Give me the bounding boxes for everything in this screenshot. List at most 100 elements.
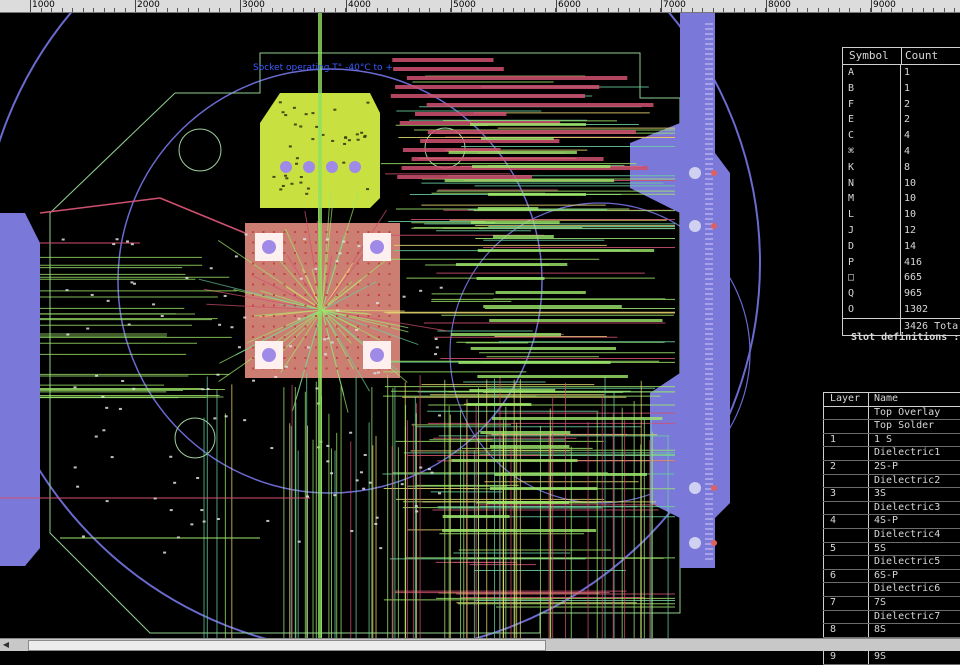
pad <box>451 459 577 462</box>
column-divider <box>900 128 901 144</box>
pad <box>294 231 296 233</box>
layer-name-cell: 3S <box>874 488 886 501</box>
table-row: P416 <box>842 255 960 271</box>
pad <box>315 347 317 349</box>
table-row: N10 <box>842 176 960 192</box>
pad <box>272 176 275 178</box>
ruler-minor-tick <box>219 8 220 12</box>
horizontal-scrollbar[interactable]: ◀ <box>0 638 960 651</box>
pad <box>705 98 713 100</box>
scrollbar-thumb[interactable] <box>28 640 546 651</box>
pad <box>111 456 114 458</box>
pad <box>487 501 569 504</box>
ruler-minor-tick <box>818 8 819 12</box>
column-divider <box>868 583 869 596</box>
pad <box>368 263 370 265</box>
pad <box>284 305 286 307</box>
pad <box>152 303 155 305</box>
ruler-minor-tick <box>303 8 304 12</box>
ruler-label: 5000 <box>451 0 476 10</box>
pad <box>235 255 238 257</box>
pad <box>126 240 129 242</box>
pcb-layout-view[interactable]: Socket operating T° -40°C to + <box>0 13 960 638</box>
pad <box>326 284 328 286</box>
column-divider <box>900 97 901 113</box>
column-divider <box>842 239 843 255</box>
pad <box>273 305 275 307</box>
pad <box>326 347 328 349</box>
pad <box>305 336 307 338</box>
slot-definitions-label: Slot definitions : <box>851 332 959 343</box>
table-row: Dielectric5 <box>823 556 960 570</box>
column-divider <box>842 97 843 113</box>
column-divider <box>842 286 843 302</box>
pad <box>705 463 713 465</box>
scroll-left-arrow[interactable]: ◀ <box>0 639 12 651</box>
ruler-minor-tick <box>324 8 325 12</box>
pad <box>331 341 334 343</box>
table-row: □665 <box>842 270 960 286</box>
pad <box>230 326 233 328</box>
count-cell: 12 <box>904 223 916 239</box>
pad <box>343 143 346 145</box>
layer-name-cell: 7S <box>874 597 886 610</box>
pad <box>362 488 365 490</box>
pad <box>177 536 180 538</box>
pad <box>378 326 380 328</box>
pad <box>705 158 713 160</box>
pad <box>91 294 94 296</box>
column-divider <box>868 407 869 420</box>
pcb-canvas[interactable]: Socket operating T° -40°C to + <box>0 13 960 638</box>
pad <box>478 207 538 210</box>
pad <box>369 482 372 484</box>
pad <box>347 357 349 359</box>
pad <box>285 177 288 179</box>
layer-name-cell: Dielectric4 <box>874 529 940 542</box>
pad <box>305 305 307 307</box>
column-divider <box>823 583 824 596</box>
pad <box>360 471 363 473</box>
pad <box>705 168 713 170</box>
pad <box>705 313 713 315</box>
column-divider <box>900 302 901 318</box>
column-divider <box>868 515 869 528</box>
ruler-minor-tick <box>314 8 315 12</box>
bus-vertical <box>318 13 322 638</box>
ruler-minor-tick <box>387 8 388 12</box>
pad <box>705 108 713 110</box>
ruler-minor-tick <box>524 8 525 12</box>
pad <box>705 398 713 400</box>
ruler-minor-tick <box>104 8 105 12</box>
pad <box>303 238 306 240</box>
pad <box>336 315 338 317</box>
pad <box>224 295 227 297</box>
pad <box>274 376 277 378</box>
pad <box>252 231 254 233</box>
column-divider <box>842 207 843 223</box>
pad <box>705 133 713 135</box>
pad <box>185 277 188 279</box>
pad <box>252 315 254 317</box>
pad <box>294 252 296 254</box>
column-divider <box>842 65 843 81</box>
pad <box>415 505 418 507</box>
pad <box>200 509 203 511</box>
ruler-minor-tick <box>503 8 504 12</box>
symbol-cell: D <box>848 239 854 255</box>
pad <box>326 368 328 370</box>
pad <box>294 336 296 338</box>
horizontal-ruler: 100020003000400050006000700080009000 <box>0 0 960 13</box>
pad <box>705 263 713 265</box>
pad <box>705 93 713 95</box>
pad <box>163 552 166 554</box>
pad <box>284 368 286 370</box>
pad <box>389 263 391 265</box>
pad <box>488 193 586 196</box>
column-divider <box>868 570 869 583</box>
ruler-minor-tick <box>933 8 934 12</box>
pad <box>357 294 359 296</box>
pad <box>705 458 713 460</box>
pad <box>326 305 328 307</box>
symbol-cell: O <box>848 302 854 318</box>
pad <box>496 291 586 294</box>
